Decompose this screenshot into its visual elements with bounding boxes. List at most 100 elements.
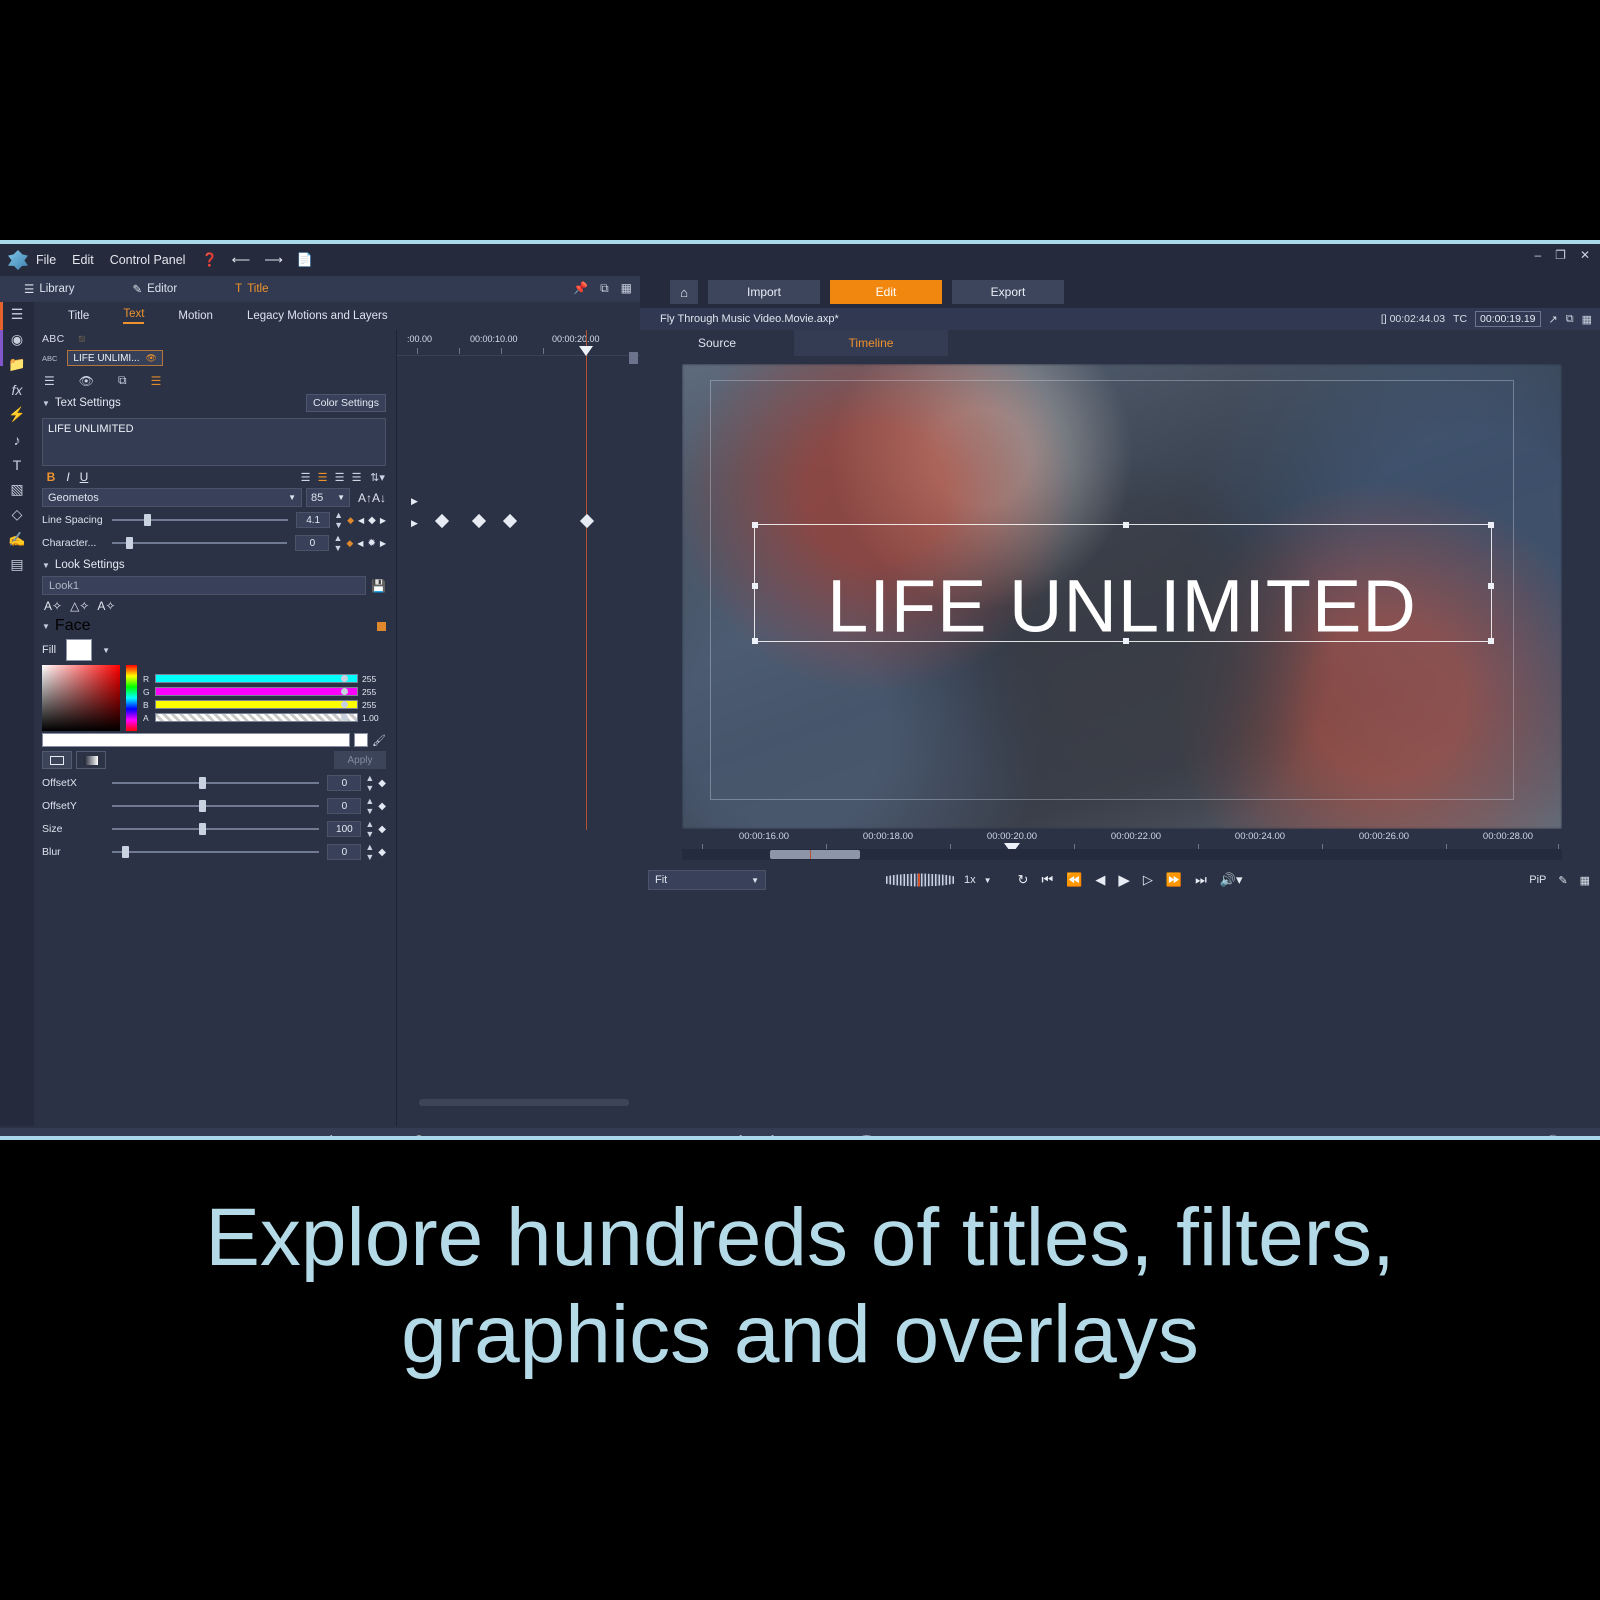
bold-button[interactable]: B [42,470,60,484]
minimize-icon[interactable]: – [1534,248,1541,262]
close-icon[interactable]: ✕ [1580,248,1590,262]
video-preview[interactable]: LIFE UNLIMITED [682,364,1562,829]
face-color-indicator[interactable] [377,621,386,631]
go-start-icon[interactable]: ⏮ [1041,872,1053,888]
redo-icon[interactable]: ⟶ [264,252,283,268]
music-note-icon[interactable]: 𝄞 [326,1135,333,1137]
mark-in-icon[interactable]: ┃▾ [737,1135,751,1137]
tab-source[interactable]: Source [640,336,794,350]
chevron-down-icon[interactable]: ▼ [102,646,110,655]
line-spacing-value[interactable]: 4.1 [296,512,331,528]
channel-a-slider[interactable] [155,713,358,722]
keyframe-prev-icon[interactable]: ◀ [358,516,364,525]
mark-out-icon[interactable]: ┃▾ [769,1135,783,1137]
keyframe-next-icon[interactable]: ▶ [380,539,386,548]
preview-scrollbar[interactable] [682,849,1562,860]
rail-transitions-icon[interactable]: ☰ [0,302,34,327]
channel-r-slider[interactable] [155,674,358,683]
stepper-icon[interactable]: ▲ ▼ [365,842,374,862]
face-style-icon[interactable]: A✧ [44,599,62,613]
line-spacing-slider[interactable] [112,514,289,526]
layers-stack-icon[interactable]: ☰ [151,374,162,388]
pan-zoom-icon[interactable]: ⬤ [523,1135,537,1137]
shape-layer-icon[interactable]: ◾ [75,332,90,346]
snapshot-icon[interactable]: ▣ [137,1135,149,1137]
outline-style-icon[interactable]: △✧ [70,599,89,613]
edit-button[interactable]: Edit [830,280,942,304]
ripple-icon[interactable]: ⇆ [1457,1135,1467,1137]
chevron-down-icon[interactable]: ▼ [42,561,50,570]
title-T-icon[interactable]: T [352,1135,360,1136]
stepper-icon[interactable]: ▲ ▼ [365,796,374,816]
import-button[interactable]: Import [708,280,820,304]
menu-control-panel[interactable]: Control Panel [110,253,186,267]
layer-row-selected[interactable]: ABC LIFE UNLIMI... 👁 [34,349,394,367]
slide-icon[interactable]: ⇔ [1203,1135,1216,1136]
solid-fill-button[interactable] [42,751,72,769]
rail-layers-icon[interactable]: ◇ [0,502,34,527]
blur-slider[interactable] [112,846,320,858]
align-right-icon[interactable]: ☰ [331,471,348,484]
chroma-icon[interactable]: V [441,1135,449,1136]
menu-file[interactable]: File [36,253,56,267]
rail-overlay-icon[interactable]: ▧ [0,477,34,502]
record-icon[interactable]: ◉ [109,1135,120,1137]
prev-frame-icon[interactable]: ⏪ [1066,872,1082,888]
subtab-motion[interactable]: Motion [178,310,213,322]
align-center-icon[interactable]: ☰ [314,471,331,484]
subtab-title[interactable]: Title [68,310,89,322]
saturation-value-field[interactable] [42,665,120,731]
play-icon[interactable]: ▶ [1118,871,1130,889]
offsetx-value[interactable]: 0 [327,775,362,791]
crop-icon[interactable]: ▦ [1580,874,1590,887]
eyedropper-icon[interactable]: 🖌 [372,734,386,747]
chevron-down-icon[interactable]: ▼ [42,622,50,631]
keyframe-marker[interactable] [579,513,595,529]
eye-icon[interactable]: 👁 [146,353,157,364]
export-button[interactable]: Export [952,280,1064,304]
select-tool-icon[interactable]: ➤ [1115,1135,1125,1137]
color-settings-button[interactable]: Color Settings [306,394,386,412]
text-direction-icon[interactable]: ⇅▾ [369,471,386,484]
snapshot-icon[interactable]: ▣ [893,1135,905,1137]
align-left-icon[interactable]: ☰ [297,471,314,484]
keyframe-marker[interactable] [434,513,450,529]
preview-ruler[interactable]: 00:00:16.00 00:00:18.00 00:00:20.00 00:0… [682,829,1562,854]
stepper-icon[interactable]: ▲ ▼ [365,819,374,839]
keyframe-hscrollbar[interactable] [419,1099,629,1106]
keyframe-diamond-icon[interactable]: ◆ [346,538,353,549]
help-icon[interactable]: ❓ [201,252,217,268]
save-icon[interactable]: 💾 [371,579,386,593]
go-end-icon[interactable]: ⏭ [1195,872,1207,888]
extend-icon[interactable]: ↔ [1144,1135,1157,1136]
timecode-field[interactable]: 00:00:19.19 [1475,311,1541,327]
rail-panels-icon[interactable]: ▤ [0,552,34,577]
settings-icon[interactable]: ⚙ [44,1135,55,1137]
split-icon[interactable]: ✂ [801,1135,811,1137]
rail-fx-icon[interactable]: fx [0,377,34,402]
color-tag-icon[interactable]: ▣ [1514,1135,1526,1137]
mask-icon[interactable]: ◐ [498,1135,506,1136]
hue-bar[interactable] [126,665,137,731]
keyframe-marker[interactable] [471,513,487,529]
underline-button[interactable]: U [76,470,92,484]
duplicate-icon[interactable]: ⧉ [600,281,609,296]
stepper-icon[interactable]: ▲ ▼ [365,773,374,793]
offsety-slider[interactable] [112,800,320,812]
document-icon[interactable]: 📄 [297,252,313,268]
delete-icon[interactable]: 🗑 [859,1135,875,1137]
magnet-icon[interactable]: ➚ [1486,1135,1496,1137]
keyframe-prev-icon[interactable]: ◀ [357,539,363,548]
split-screen-icon[interactable]: ▤ [468,1135,480,1137]
keyframe-add-icon[interactable]: ◆ [368,515,376,526]
shadow-style-icon[interactable]: A✧ [97,599,115,613]
text-input-area[interactable]: LIFE UNLIMITED [42,418,386,466]
fill-color-swatch[interactable] [66,639,93,661]
italic-button[interactable]: I [60,470,76,484]
menu-edit[interactable]: Edit [72,253,94,267]
keyframe-playhead-handle[interactable] [579,346,593,356]
layer-chip[interactable]: LIFE UNLIMI... 👁 [67,350,163,366]
restore-icon[interactable]: ❐ [1555,248,1566,262]
size-slider[interactable] [112,823,320,835]
marker-icon[interactable]: ♦▾ [923,1135,936,1137]
